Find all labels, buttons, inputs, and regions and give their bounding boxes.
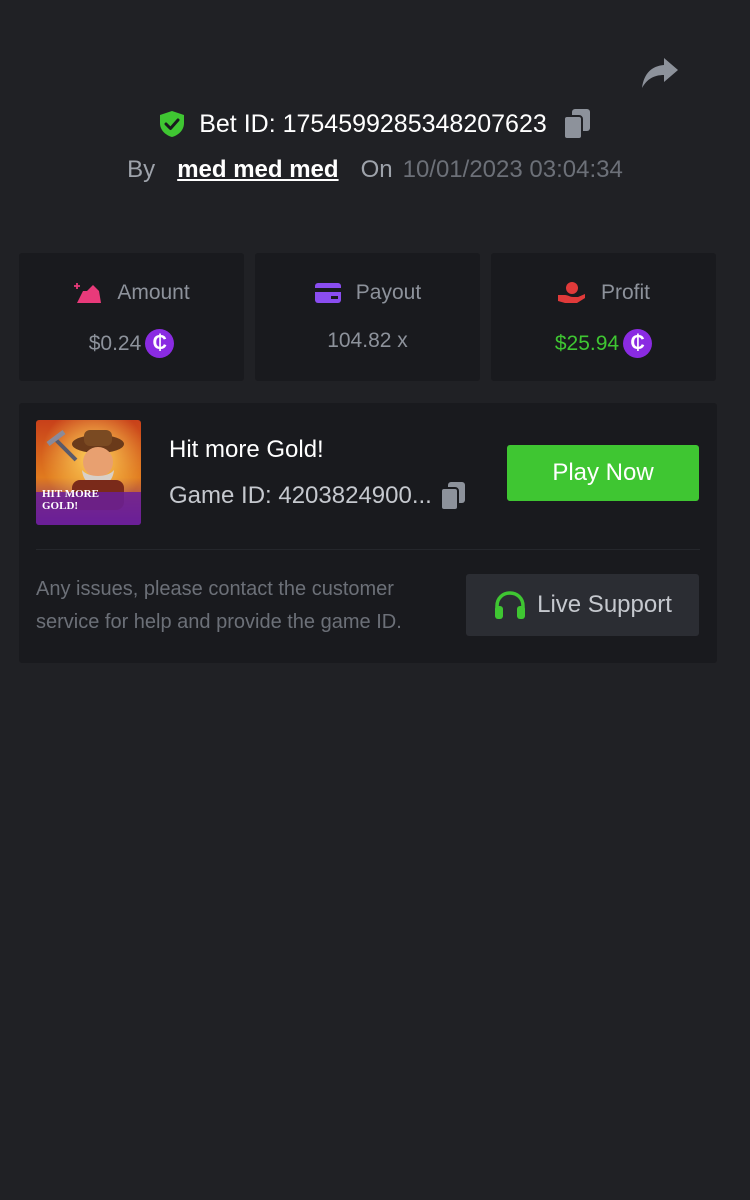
profit-value: $25.94 <box>554 331 620 355</box>
profit-header: Profit <box>491 281 716 305</box>
payout-label: Payout <box>355 281 422 304</box>
payout-header: Payout <box>255 281 480 305</box>
amount-header: Amount <box>19 281 244 305</box>
amount-card: Amount $0.24 ₵ <box>19 253 244 381</box>
thumb-title-line2: GOLD! <box>42 500 79 512</box>
author-row: By med med med On 10/01/2023 03:04:34 <box>0 156 750 184</box>
copy-icon[interactable] <box>562 108 591 140</box>
card-icon <box>314 283 341 303</box>
headset-icon <box>495 591 526 619</box>
game-id: Game ID: 4203824900... <box>169 482 432 509</box>
profit-card: Profit $25.94 ₵ <box>491 253 716 381</box>
by-label: By <box>127 156 156 183</box>
verified-shield-icon <box>160 111 185 137</box>
live-support-button[interactable]: Live Support <box>466 574 699 636</box>
game-id-row: Game ID: 4203824900... <box>169 481 466 511</box>
game-thumbnail[interactable]: HIT MORE GOLD! <box>36 420 141 525</box>
payout-value: 104.82 x <box>327 329 408 352</box>
payout-card: Payout 104.82 x <box>255 253 480 381</box>
bet-id-row: Bet ID: 1754599285348207623 <box>0 108 750 140</box>
profit-value-row: $25.94 ₵ <box>491 329 716 358</box>
bet-date: 10/01/2023 03:04:34 <box>402 156 623 183</box>
stats-row: Amount $0.24 ₵ Payout 104.82 x Profit $2… <box>19 253 717 381</box>
support-message: Any issues, please contact the customer … <box>36 578 402 633</box>
game-title: Hit more Gold! <box>169 436 324 463</box>
live-support-label: Live Support <box>537 591 672 618</box>
share-icon[interactable] <box>640 56 680 92</box>
payout-value-row: 104.82 x <box>255 329 480 353</box>
thumb-title-line1: HIT MORE <box>42 488 99 500</box>
divider <box>36 549 700 550</box>
play-now-button[interactable]: Play Now <box>507 445 699 501</box>
profit-label: Profit <box>600 281 650 304</box>
coin-icon: ₵ <box>623 329 653 358</box>
amount-icon <box>74 283 102 303</box>
amount-value-row: $0.24 ₵ <box>19 329 244 358</box>
game-card: HIT MORE GOLD! Hit more Gold! Game ID: 4… <box>19 403 717 663</box>
amount-label: Amount <box>117 281 190 304</box>
on-label: On <box>360 156 393 183</box>
amount-value: $0.24 <box>88 331 142 355</box>
username-link[interactable]: med med med <box>177 156 338 184</box>
copy-game-id-icon[interactable] <box>439 481 466 511</box>
coin-icon: ₵ <box>145 329 175 358</box>
bet-id: Bet ID: 1754599285348207623 <box>199 109 547 138</box>
profit-hand-icon <box>557 282 585 303</box>
